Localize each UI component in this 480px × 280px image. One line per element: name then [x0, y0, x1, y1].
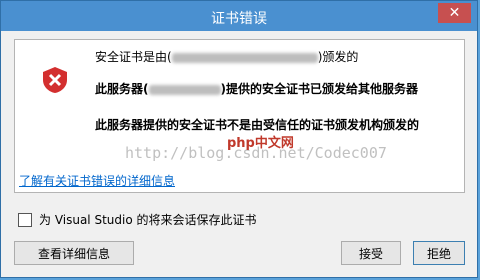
issuer-prefix: 安全证书是由(	[95, 50, 172, 64]
title-bar: 证书错误 ✕	[1, 1, 477, 31]
server-prefix: 此服务器(	[95, 82, 149, 96]
issuer-suffix: )颁发的	[317, 50, 359, 64]
save-certificate-label: 为 Visual Studio 的将来会话保存此证书	[39, 213, 257, 227]
server-mismatch-message: 此服务器( )提供的安全证书已颁发给其他服务器	[95, 80, 418, 97]
learn-more-link[interactable]: 了解有关证书错误的详细信息	[19, 172, 175, 189]
view-details-button[interactable]: 查看详细信息	[14, 241, 134, 265]
redacted-server	[148, 84, 221, 95]
reject-button[interactable]: 拒绝	[413, 241, 465, 265]
server-suffix: )提供的安全证书已颁发给其他服务器	[220, 82, 419, 96]
untrusted-issuer-message: 此服务器提供的安全证书不是由受信任的证书颁发机构颁发的	[95, 118, 420, 132]
save-certificate-option[interactable]: 为 Visual Studio 的将来会话保存此证书	[18, 211, 257, 228]
close-button[interactable]: ✕	[438, 3, 471, 23]
save-certificate-checkbox[interactable]	[18, 212, 32, 227]
dialog-title: 证书错误	[211, 11, 267, 27]
content-panel: 安全证书是由( )颁发的 此服务器( )提供的安全证书已颁发给其他服务器 此服务器提…	[14, 39, 465, 193]
issuer-message: 安全证书是由( )颁发的	[95, 48, 358, 65]
accept-button[interactable]: 接受	[341, 241, 401, 265]
redacted-issuer	[171, 52, 318, 63]
certificate-error-dialog: 证书错误 ✕ 安全证书是由( )颁发的 此服务器( )提供的安全证书已颁发给其他服务…	[0, 0, 478, 278]
watermark-logo: php中文网	[227, 136, 294, 151]
error-shield-icon	[43, 67, 67, 93]
